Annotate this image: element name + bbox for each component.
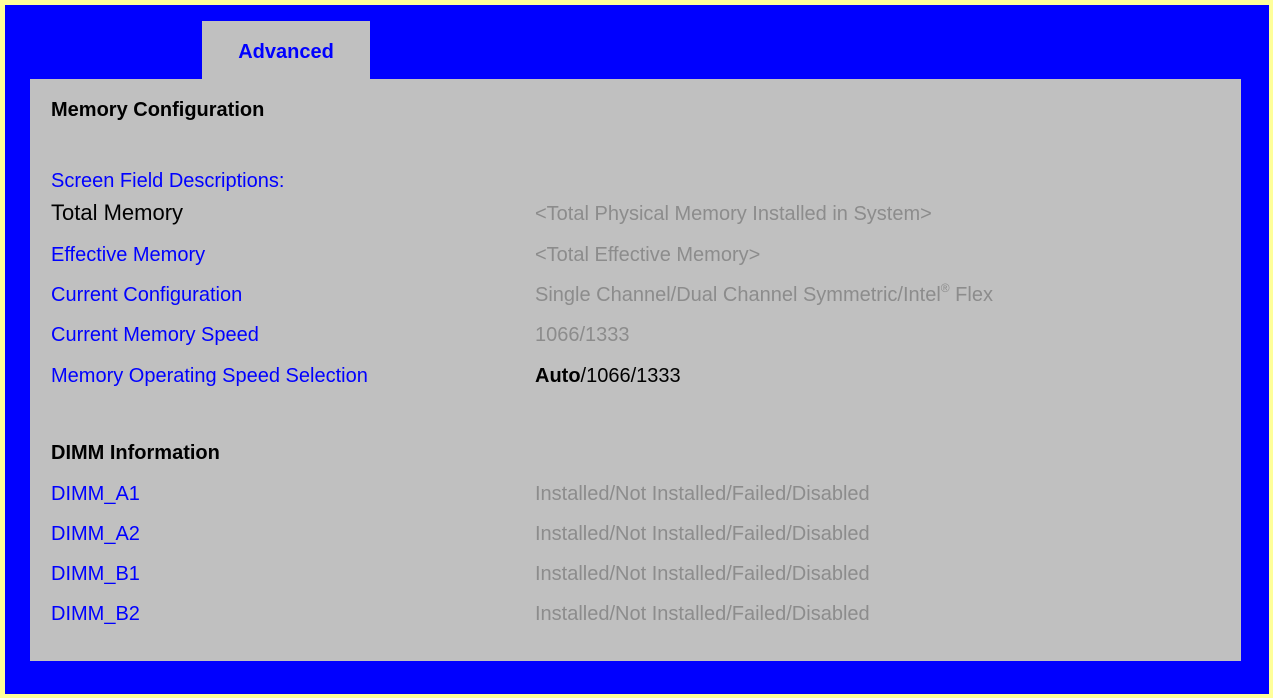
field-value-effective-memory: <Total Effective Memory> xyxy=(535,244,761,266)
dimm-label-b2[interactable]: DIMM_B2 xyxy=(51,604,140,624)
field-value-memory-operating-speed[interactable]: Auto/1066/1333 xyxy=(535,366,681,386)
field-label-current-configuration[interactable]: Current Configuration xyxy=(51,285,242,305)
dimm-label-a1[interactable]: DIMM_A1 xyxy=(51,484,140,504)
field-value-total-memory: <Total Physical Memory Installed in Syst… xyxy=(535,203,932,225)
tab-advanced[interactable]: Advanced xyxy=(202,21,370,84)
dimm-value-b1: Installed/Not Installed/Failed/Disabled xyxy=(535,563,870,585)
field-label-memory-operating-speed[interactable]: Memory Operating Speed Selection xyxy=(51,366,368,386)
field-value-current-memory-speed: 1066/1333 xyxy=(535,324,630,346)
dimm-value-b2: Installed/Not Installed/Failed/Disabled xyxy=(535,603,870,625)
field-label-current-memory-speed[interactable]: Current Memory Speed xyxy=(51,325,259,345)
screen-field-descriptions-label: Screen Field Descriptions: xyxy=(51,170,285,192)
section-title: Memory Configuration xyxy=(51,99,265,121)
speed-other-options: /1066/1333 xyxy=(580,365,681,387)
speed-selected-option: Auto xyxy=(535,365,581,387)
config-value-text: Single Channel/Dual Channel Symmetric/In… xyxy=(535,284,941,306)
dimm-label-a2[interactable]: DIMM_A2 xyxy=(51,524,140,544)
field-label-total-memory: Total Memory xyxy=(51,200,184,225)
dimm-value-a1: Installed/Not Installed/Failed/Disabled xyxy=(535,483,870,505)
dimm-section-title: DIMM Information xyxy=(51,442,220,464)
tab-advanced-label: Advanced xyxy=(238,41,334,63)
field-label-effective-memory[interactable]: Effective Memory xyxy=(51,245,205,265)
field-value-current-configuration: Single Channel/Dual Channel Symmetric/In… xyxy=(535,282,993,306)
dimm-label-b1[interactable]: DIMM_B1 xyxy=(51,564,140,584)
config-value-suffix: Flex xyxy=(949,284,993,306)
registered-mark: ® xyxy=(940,281,950,295)
dimm-value-a2: Installed/Not Installed/Failed/Disabled xyxy=(535,523,870,545)
content-panel: Memory Configuration Screen Field Descri… xyxy=(30,79,1241,661)
